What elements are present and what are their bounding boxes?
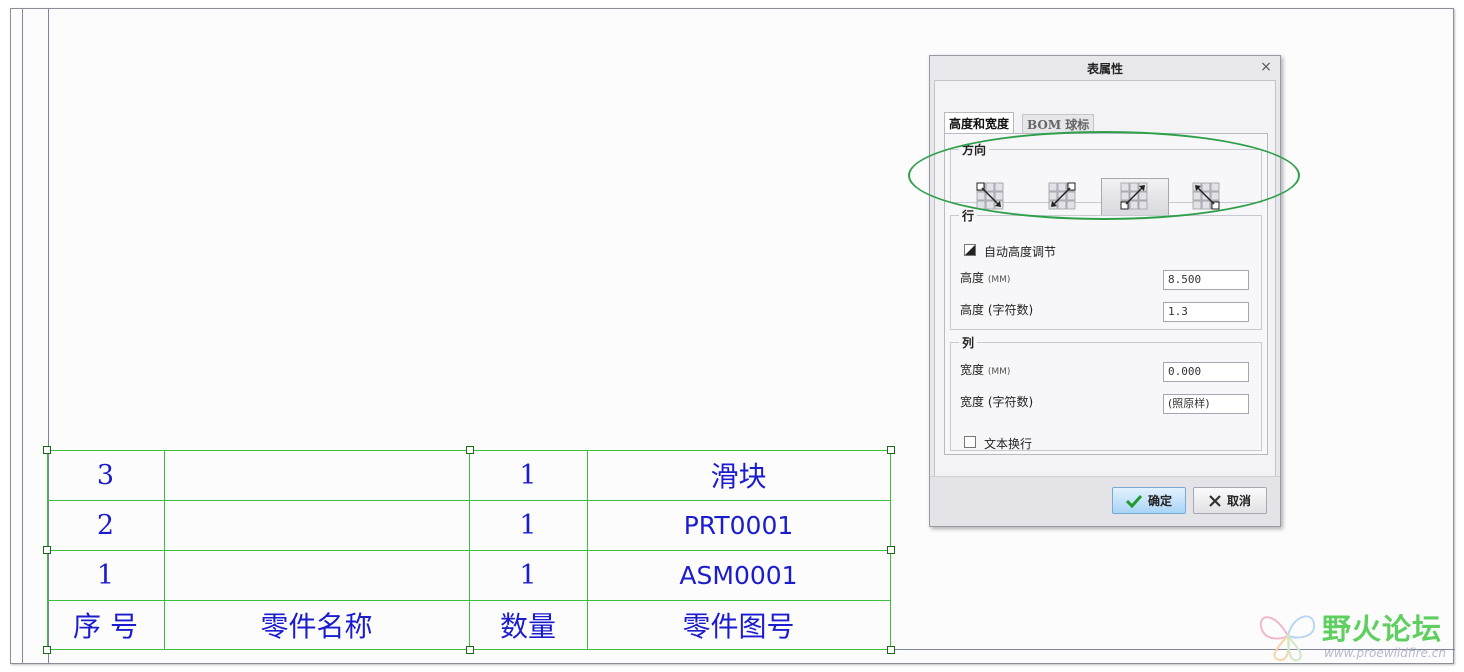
dialog-title: 表属性	[1086, 61, 1123, 76]
watermark-text: 野火论坛	[1322, 612, 1443, 646]
selection-handle[interactable]	[43, 646, 51, 654]
width-mm-label: 宽度 (MM)	[960, 363, 1011, 377]
table-cell-name[interactable]	[164, 500, 469, 550]
selection-handle[interactable]	[43, 546, 51, 554]
direction-legend: 方向	[962, 143, 987, 157]
watermark-url: www.proewildfire.cn	[1324, 646, 1446, 660]
table-header-name[interactable]: 零件名称	[164, 600, 469, 650]
table-cell-part-no[interactable]: 滑块	[587, 450, 890, 500]
auto-height-checkbox[interactable]	[964, 244, 976, 256]
table-cell-qty[interactable]: 1	[469, 550, 587, 600]
column-legend: 列	[962, 336, 975, 350]
height-chars-label: 高度 (字符数)	[960, 303, 1034, 317]
row-group: 行 自动高度调节 高度 (MM) 8.500 高度 (字符数) 1.3	[950, 207, 1262, 330]
ok-button-label: 确定	[1147, 494, 1172, 508]
table-header-index[interactable]: 序 号	[47, 600, 164, 650]
selection-handle[interactable]	[466, 446, 474, 454]
cancel-button-label: 取消	[1226, 494, 1251, 508]
width-mm-field[interactable]: 0.000	[1163, 362, 1249, 382]
table-cell-part-no[interactable]: ASM0001	[587, 550, 890, 600]
width-chars-label: 宽度 (字符数)	[960, 395, 1034, 409]
bom-table[interactable]: 3 1 滑块 2 1 PRT0001 1 1 ASM0001 序 号 零件名称 …	[47, 450, 891, 650]
tab-bom-balloon[interactable]: BOM 球标	[1022, 114, 1095, 134]
column-group: 列 宽度 (MM) 0.000 宽度 (字符数) (照原样) 文本换行	[950, 334, 1262, 451]
close-icon	[1209, 494, 1221, 507]
table-cell-index[interactable]: 3	[47, 450, 164, 500]
table-cell-qty[interactable]: 1	[469, 500, 587, 550]
table-cell-qty[interactable]: 1	[469, 450, 587, 500]
close-icon[interactable]: ×	[1258, 59, 1274, 75]
selection-handle[interactable]	[887, 546, 895, 554]
table-header-part-no[interactable]: 零件图号	[587, 600, 890, 650]
selection-handle[interactable]	[43, 446, 51, 454]
cancel-button[interactable]: 取消	[1193, 487, 1267, 514]
table-header-qty[interactable]: 数量	[469, 600, 587, 650]
auto-height-label: 自动高度调节	[984, 245, 1057, 259]
table-properties-dialog: 表属性 × 高度和宽度 BOM 球标 方向 行 自动高度调节 高度 (MM) 8…	[929, 55, 1281, 527]
height-chars-field[interactable]: 1.3	[1163, 302, 1249, 322]
tab-panel-height-width: 方向 行 自动高度调节 高度 (MM) 8.500 高度 (字符数) 1.3 列…	[944, 133, 1268, 455]
height-mm-label: 高度 (MM)	[960, 271, 1011, 285]
table-cell-index[interactable]: 1	[47, 550, 164, 600]
table-cell-part-no[interactable]: PRT0001	[587, 500, 890, 550]
width-chars-field[interactable]: (照原样)	[1163, 394, 1249, 414]
selection-handle[interactable]	[887, 446, 895, 454]
wrap-text-checkbox[interactable]	[964, 436, 976, 448]
table-cell-name[interactable]	[164, 550, 469, 600]
butterfly-logo-icon	[1259, 615, 1316, 662]
selection-handle[interactable]	[466, 646, 474, 654]
checkmark-icon	[1125, 494, 1142, 508]
table-cell-name[interactable]	[164, 450, 469, 500]
table-cell-index[interactable]: 2	[47, 500, 164, 550]
tab-height-width[interactable]: 高度和宽度	[944, 112, 1015, 134]
dialog-footer: 确定 取消	[930, 476, 1280, 526]
height-mm-field[interactable]: 8.500	[1163, 270, 1249, 290]
direction-group: 方向	[950, 141, 1262, 216]
dialog-titlebar[interactable]: 表属性	[930, 56, 1280, 80]
selection-handle[interactable]	[887, 646, 895, 654]
frame-border-outer	[22, 9, 23, 663]
ok-button[interactable]: 确定	[1112, 487, 1186, 514]
row-legend: 行	[962, 209, 975, 223]
watermark: 野火论坛 www.proewildfire.cn	[1254, 606, 1454, 664]
wrap-text-label: 文本换行	[984, 437, 1033, 451]
